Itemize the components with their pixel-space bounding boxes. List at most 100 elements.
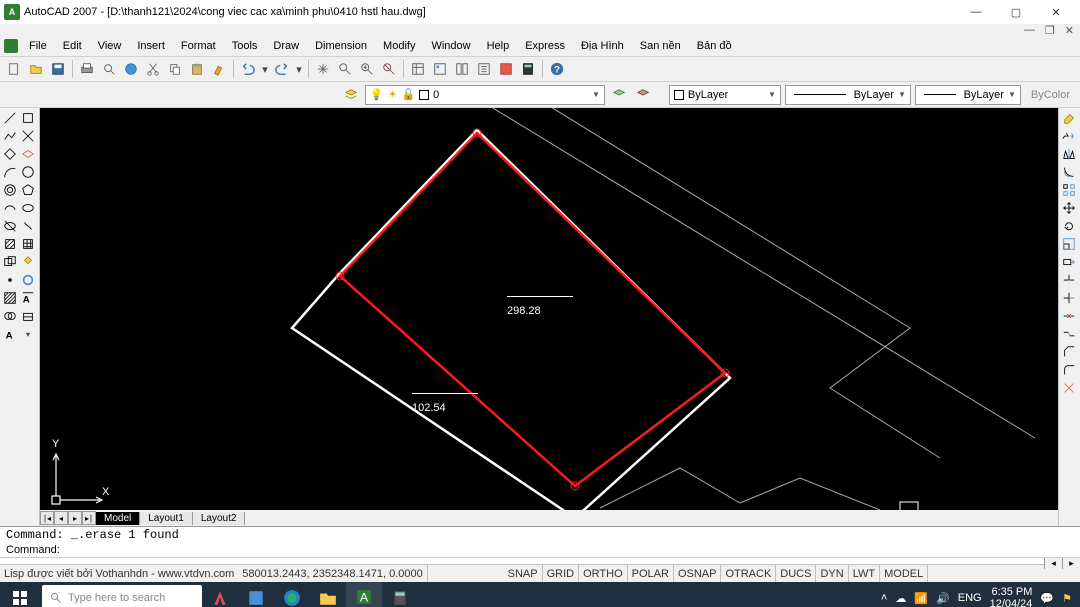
cut-button[interactable] [143,59,163,79]
polygon-tool[interactable] [20,128,36,144]
toggle-polar[interactable]: POLAR [628,565,674,582]
xline-tool[interactable] [20,110,36,126]
match-button[interactable] [209,59,229,79]
menu-draw[interactable]: Draw [266,38,306,54]
circle-tool[interactable] [2,164,18,180]
toggle-lwt[interactable]: LWT [849,565,880,582]
layer-manager-button[interactable] [341,85,361,105]
scale-tool[interactable] [1061,236,1077,252]
zoom-window-button[interactable] [357,59,377,79]
new-button[interactable] [4,59,24,79]
menu-diahinh[interactable]: Địa Hình [574,38,631,54]
designcenter-button[interactable] [430,59,450,79]
maximize-button[interactable]: ▢ [996,0,1036,24]
zoom-prev-button[interactable] [379,59,399,79]
layer-combo[interactable]: 💡 ☀ 🔓 0 ▼ [365,85,605,105]
paste-button[interactable] [187,59,207,79]
copy-button[interactable] [165,59,185,79]
properties-button[interactable] [408,59,428,79]
redo-dropdown[interactable]: ▾ [294,59,304,79]
task-calc[interactable] [382,582,418,607]
start-button[interactable] [0,582,40,607]
mdi-minimize[interactable]: — [1024,24,1035,36]
tab-layout1[interactable]: Layout1 [140,512,193,525]
menu-express[interactable]: Express [518,38,572,54]
scroll-right[interactable]: ▸ [1062,558,1080,569]
toggle-ortho[interactable]: ORTHO [579,565,628,582]
menu-view[interactable]: View [91,38,129,54]
menu-tools[interactable]: Tools [225,38,265,54]
insert-tool[interactable] [20,200,36,216]
menu-dimension[interactable]: Dimension [308,38,374,54]
break-tool[interactable] [1061,308,1077,324]
revcloud-tool[interactable] [20,164,36,180]
toggle-model[interactable]: MODEL [880,565,928,582]
drawing-canvas[interactable]: 298.28 102.54 Y X [40,108,1058,510]
gradient-tool[interactable] [20,236,36,252]
hatch-tool[interactable] [2,236,18,252]
markup-button[interactable] [496,59,516,79]
tab-last[interactable]: ▸∣ [82,511,96,525]
tab-prev[interactable]: ◂ [54,511,68,525]
lineweight-combo[interactable]: ByLayer ▼ [915,85,1021,105]
toggle-grid[interactable]: GRID [543,565,580,582]
toggle-osnap[interactable]: OSNAP [674,565,722,582]
ellipse-tool[interactable] [20,182,36,198]
tray-volume-icon[interactable]: 🔊 [936,592,950,605]
menu-sannen[interactable]: San nền [633,38,688,54]
mirror-tool[interactable] [1061,146,1077,162]
spline-tool[interactable] [2,182,18,198]
erase-tool[interactable] [1061,110,1077,126]
tray-notif-icon[interactable]: 💬 [1040,592,1054,605]
hatch2-tool[interactable] [2,290,18,306]
redo-button[interactable] [272,59,292,79]
offset-tool[interactable] [1061,164,1077,180]
tab-model[interactable]: Model [96,512,140,525]
preview-button[interactable] [99,59,119,79]
tray-wifi-icon[interactable]: 📶 [914,592,928,605]
fillet-tool[interactable] [1061,362,1077,378]
explode-tool[interactable] [1061,380,1077,396]
tray-extra-icon[interactable]: ⚑ [1062,592,1072,605]
plot-button[interactable] [77,59,97,79]
pline-tool[interactable] [2,128,18,144]
tab-first[interactable]: ∣◂ [40,511,54,525]
task-explorer[interactable] [310,582,346,607]
move-tool[interactable] [1061,200,1077,216]
extend-tool[interactable] [1061,290,1077,306]
linetype-combo[interactable]: ByLayer ▼ [785,85,911,105]
pan-button[interactable] [313,59,333,79]
tray-onedrive-icon[interactable]: ☁ [895,592,906,605]
stretch-tool[interactable] [1061,254,1077,270]
color-combo[interactable]: ByLayer ▼ [669,85,781,105]
arc-tool[interactable] [20,146,36,162]
layer-prev-button[interactable] [609,85,629,105]
toggle-snap[interactable]: SNAP [504,565,543,582]
minimize-button[interactable]: — [956,0,996,24]
text-tool[interactable]: A [2,326,18,342]
dim-tool[interactable]: A [20,290,36,306]
tray-chevron-icon[interactable]: ˄ [881,592,887,604]
sheet-button[interactable] [474,59,494,79]
table-tool[interactable] [20,254,36,270]
mdi-close[interactable]: ✕ [1065,24,1074,36]
task-edge[interactable] [274,582,310,607]
zoom-rt-button[interactable] [335,59,355,79]
point-tool[interactable] [20,218,36,234]
help-button[interactable]: ? [547,59,567,79]
array-tool[interactable] [1061,182,1077,198]
addsel-tool[interactable] [20,272,36,288]
menu-format[interactable]: Format [174,38,223,54]
task-app2[interactable]: A [346,582,382,607]
menu-window[interactable]: Window [424,38,477,54]
region2-tool[interactable] [2,308,18,324]
menu-help[interactable]: Help [480,38,517,54]
calc-button[interactable] [518,59,538,79]
toggle-otrack[interactable]: OTRACK [721,565,776,582]
publish-button[interactable] [121,59,141,79]
menu-file[interactable]: File [22,38,54,54]
join-tool[interactable] [1061,326,1077,342]
scroll-left[interactable]: ◂ [1044,558,1062,569]
toggle-dyn[interactable]: DYN [816,565,848,582]
menu-edit[interactable]: Edit [56,38,89,54]
